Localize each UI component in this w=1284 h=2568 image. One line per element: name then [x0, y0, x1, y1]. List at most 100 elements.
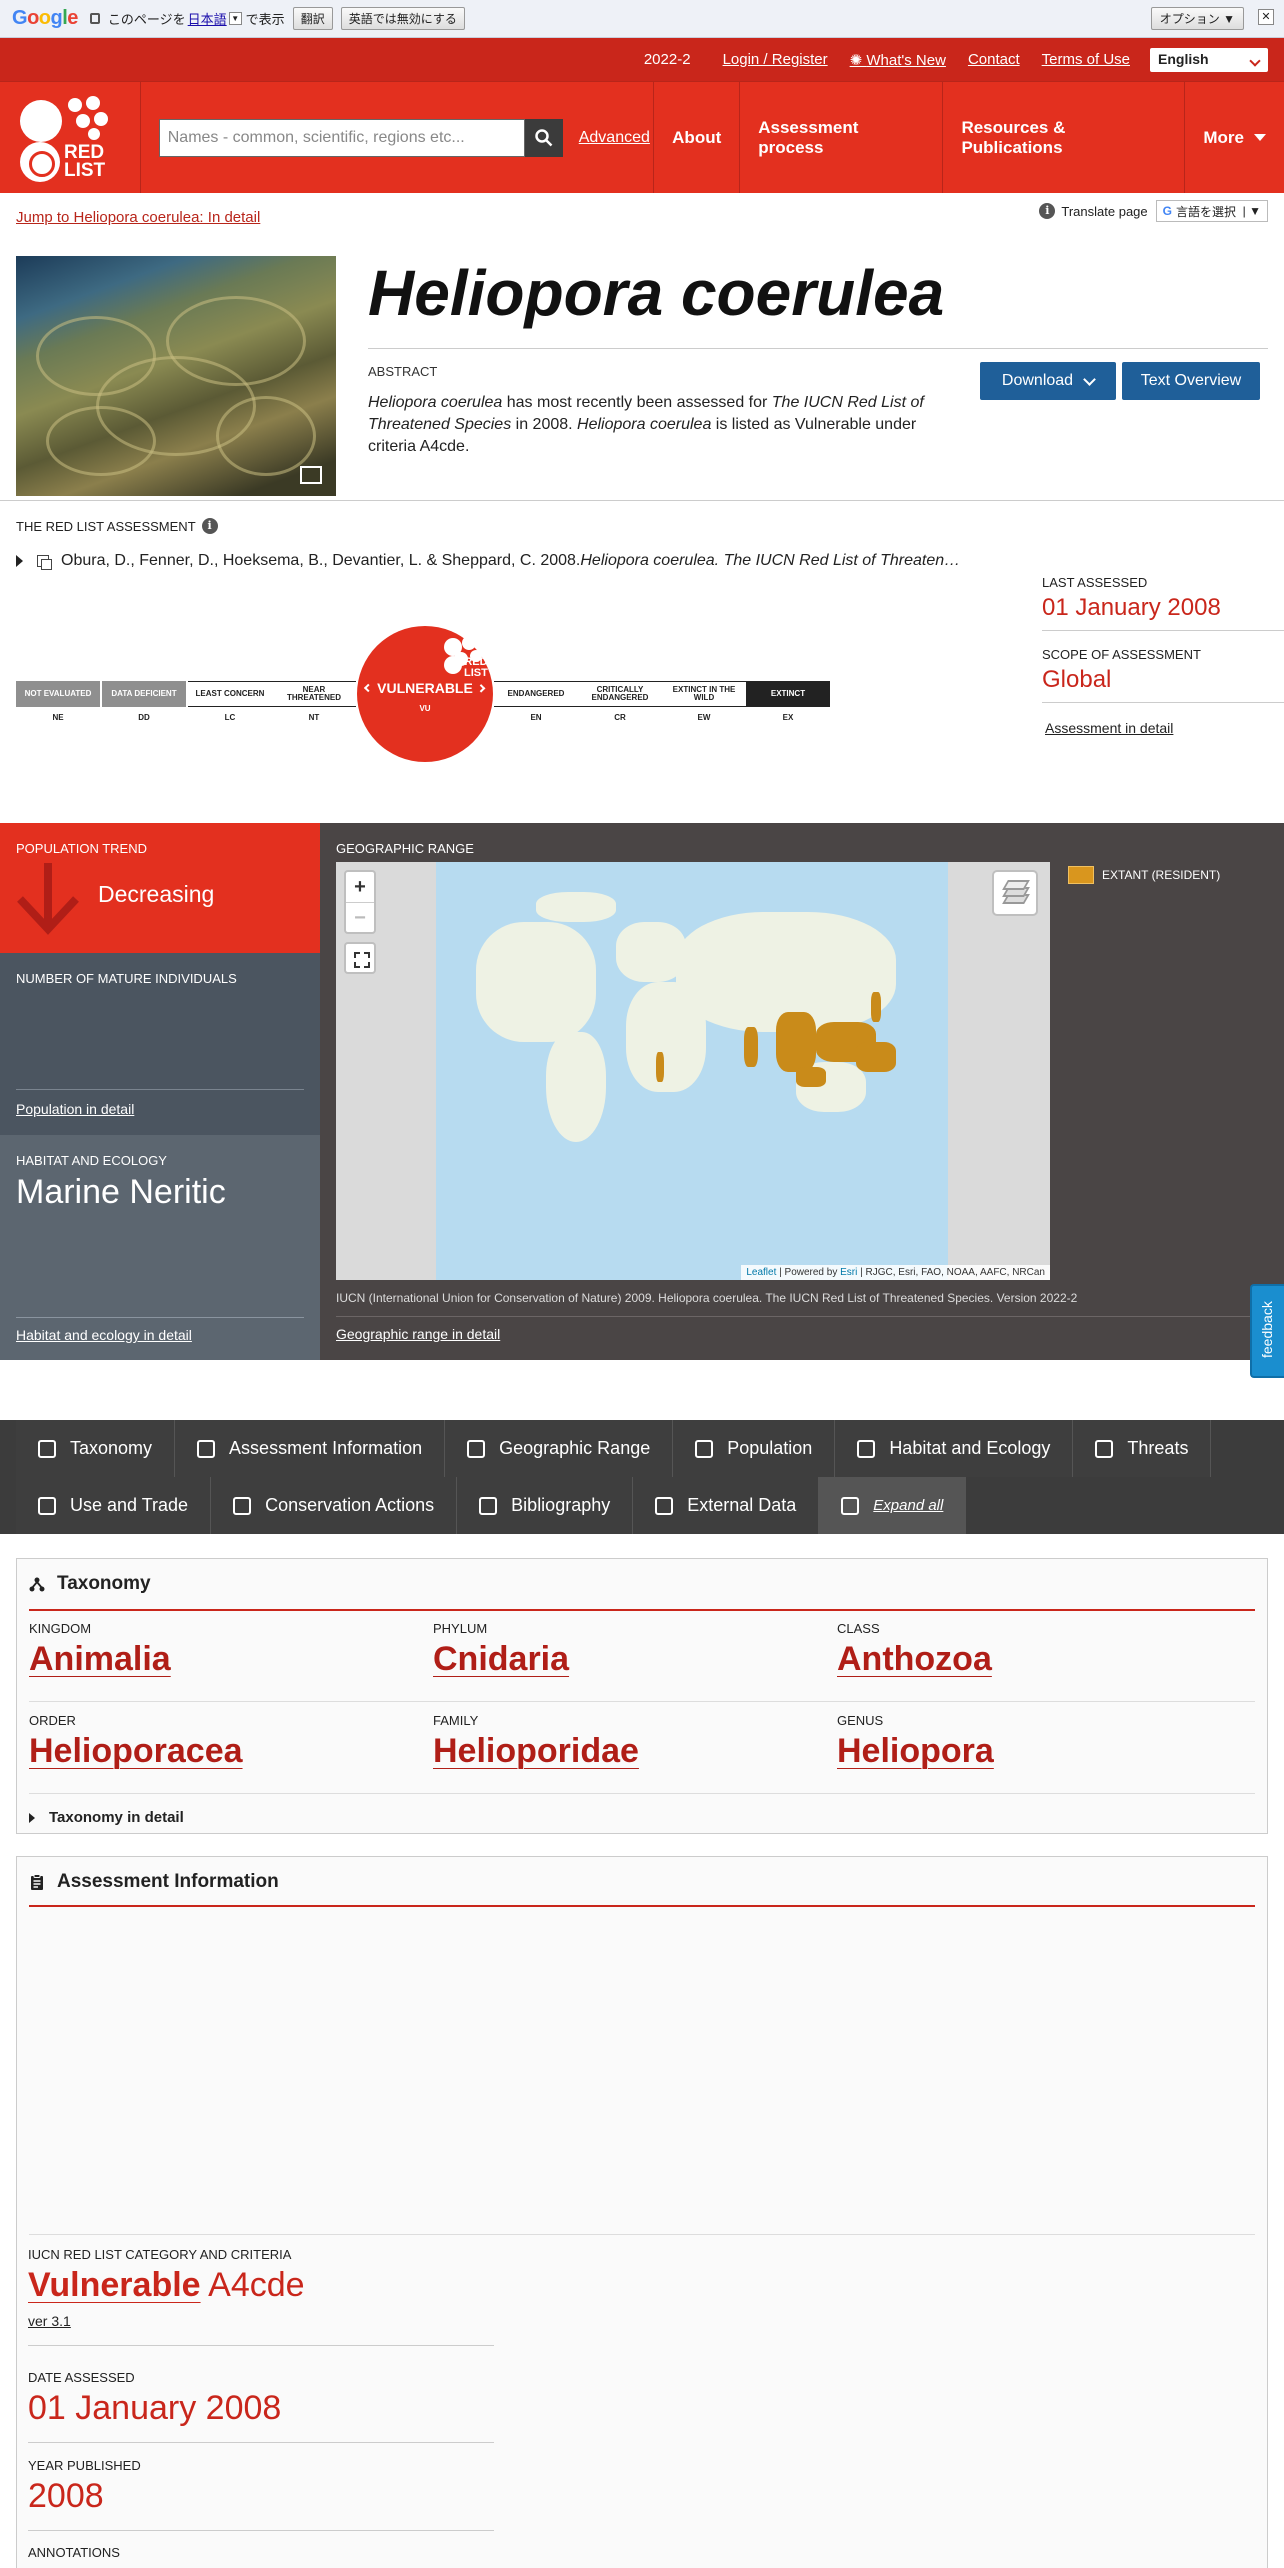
- geographic-range-link[interactable]: Geographic range in detail: [336, 1326, 500, 1342]
- google-logo: Google: [12, 7, 78, 29]
- mountain-icon: [857, 1439, 876, 1458]
- info-icon: i: [1039, 203, 1056, 219]
- category-abbr: EW: [697, 713, 711, 722]
- search-button[interactable]: [524, 118, 563, 157]
- taxonomy-heading: Taxonomy: [29, 1573, 151, 1595]
- taxonomy-class: CLASS Anthozoa: [837, 1621, 1217, 1679]
- scope-of-assessment: SCOPE OF ASSESSMENT Global: [1042, 647, 1284, 703]
- taxonomy-icon: [38, 1439, 56, 1458]
- tab-bibliography[interactable]: Bibliography: [457, 1477, 634, 1534]
- layers-icon[interactable]: [992, 870, 1038, 916]
- tab-population[interactable]: Population: [673, 1420, 836, 1477]
- fullscreen-icon[interactable]: [344, 942, 376, 974]
- login-register-link[interactable]: Login / Register: [723, 51, 828, 68]
- translate-language-link[interactable]: 日本語: [188, 9, 227, 28]
- lock-icon: [89, 13, 100, 24]
- copy-icon[interactable]: [37, 555, 52, 570]
- taxonomy-link[interactable]: Helioporacea: [29, 1732, 409, 1771]
- taxonomy-link[interactable]: Cnidaria: [433, 1640, 813, 1679]
- population-in-detail-link[interactable]: Population in detail: [16, 1101, 134, 1117]
- map-legend: EXTANT (RESIDENT): [1068, 866, 1220, 884]
- text-overview-button[interactable]: Text Overview: [1122, 362, 1260, 400]
- tab-label: Bibliography: [511, 1495, 611, 1515]
- tab-label: Threats: [1127, 1438, 1189, 1458]
- nav-assessment-process[interactable]: Assessment process: [739, 82, 942, 193]
- tab-label: External Data: [687, 1495, 797, 1515]
- tab-conservation-actions[interactable]: Conservation Actions: [211, 1477, 458, 1534]
- advanced-search-link[interactable]: Advanced: [579, 129, 650, 147]
- annotations: ANNOTATIONS: [28, 2545, 120, 2560]
- chevron-left-icon: [363, 683, 373, 693]
- esri-link[interactable]: Esri: [840, 1267, 857, 1278]
- category-label: LEAST CONCERN: [188, 681, 272, 707]
- population-trend-value: Decreasing: [98, 881, 215, 907]
- nav-more[interactable]: More: [1184, 82, 1284, 193]
- tab-assessment-information[interactable]: Assessment Information: [175, 1420, 446, 1477]
- tab-expand-all[interactable]: Expand all: [819, 1477, 967, 1534]
- language-select[interactable]: English: [1150, 47, 1268, 72]
- species-photo[interactable]: [16, 256, 336, 496]
- feedback-tab[interactable]: feedback: [1250, 1284, 1284, 1378]
- translate-page-label: Translate page: [1061, 203, 1148, 219]
- translate-language-select[interactable]: G 言語を選択 | ▼: [1155, 200, 1268, 222]
- taxonomy-family: FAMILY Helioporidae: [433, 1713, 813, 1771]
- tab-threats[interactable]: Threats: [1073, 1420, 1212, 1477]
- tab-use-and-trade[interactable]: Use and Trade: [16, 1477, 212, 1534]
- zoom-out-button[interactable]: −: [346, 902, 374, 932]
- taxonomy-phylum: PHYLUM Cnidaria: [433, 1621, 813, 1679]
- translate-options-button[interactable]: オプション ▼: [1150, 7, 1244, 30]
- category-abbr: NE: [52, 713, 64, 722]
- contact-link[interactable]: Contact: [968, 51, 1020, 68]
- translate-button[interactable]: 翻訳: [292, 7, 333, 30]
- disable-translate-button[interactable]: 英語では無効にする: [340, 7, 465, 30]
- download-button[interactable]: Download: [980, 362, 1116, 400]
- taxonomy-link[interactable]: Heliopora: [837, 1732, 1217, 1771]
- legend-swatch: [1068, 866, 1094, 884]
- leaflet-link[interactable]: Leaflet: [746, 1267, 776, 1278]
- tab-geographic-range[interactable]: Geographic Range: [445, 1420, 674, 1477]
- whats-new-link[interactable]: ✺ What's New: [850, 51, 946, 69]
- map-attribution: Leaflet | Powered by Esri | RJGC, Esri, …: [741, 1265, 1050, 1280]
- taxonomy-link[interactable]: Helioporidae: [433, 1732, 813, 1771]
- caret-right-icon: [29, 1812, 35, 1823]
- gallery-icon[interactable]: [300, 466, 322, 484]
- taxonomy-link[interactable]: Animalia: [29, 1640, 409, 1679]
- red-list-assessment-label: THE RED LIST ASSESSMENT i: [16, 518, 218, 534]
- taxonomy-genus: GENUS Heliopora: [837, 1713, 1217, 1771]
- tab-label: Assessment Information: [229, 1438, 423, 1458]
- nav-resources-publications[interactable]: Resources & Publications: [942, 82, 1184, 193]
- search-input[interactable]: Names - common, scientific, regions etc.…: [158, 118, 525, 157]
- habitat-in-detail-link[interactable]: Habitat and ecology in detail: [16, 1327, 192, 1343]
- nav-about[interactable]: About: [653, 82, 739, 193]
- range-map[interactable]: + − Leaflet | Powered by Esri | RJGC, Es…: [336, 862, 1050, 1280]
- category-abbr: EX: [782, 713, 794, 722]
- taxonomy-link[interactable]: Anthozoa: [837, 1640, 1217, 1679]
- close-icon[interactable]: ✕: [1258, 9, 1274, 25]
- language-dropdown-icon[interactable]: ▼: [228, 12, 242, 25]
- abstract-segment: Heliopora coerulea: [368, 394, 503, 411]
- jump-to-detail-link[interactable]: Jump to Heliopora coerulea: In detail: [16, 209, 260, 226]
- clipboard-icon: [31, 1874, 43, 1890]
- tab-habitat-and-ecology[interactable]: Habitat and Ecology: [835, 1420, 1074, 1477]
- version-link[interactable]: ver 3.1: [28, 2313, 71, 2329]
- tab-external-data[interactable]: External Data: [633, 1477, 820, 1534]
- zoom-in-button[interactable]: +: [346, 872, 374, 902]
- assessment-in-detail-link[interactable]: Assessment in detail: [1045, 720, 1173, 736]
- tab-taxonomy[interactable]: Taxonomy: [16, 1420, 176, 1477]
- terms-link[interactable]: Terms of Use: [1042, 51, 1130, 68]
- taxonomy-in-detail-toggle[interactable]: Taxonomy in detail: [29, 1809, 184, 1826]
- category-nt: NEAR THREATENED NT: [272, 681, 356, 722]
- abstract-label: ABSTRACT: [368, 364, 438, 379]
- translate-prefix: このページを: [107, 12, 186, 27]
- category-vu: RED LISTVULNERABLE VU: [356, 626, 494, 762]
- category-value[interactable]: Vulnerable: [28, 2266, 201, 2304]
- info-icon[interactable]: i: [201, 518, 218, 534]
- iucn-red-list-logo[interactable]: RED LIST: [0, 82, 141, 193]
- quote-icon: [479, 1496, 498, 1515]
- translate-suffix: で表示: [245, 12, 285, 27]
- abstract-segment: in 2008.: [511, 416, 578, 433]
- category-lc: LEAST CONCERN LC: [188, 681, 272, 722]
- population-icon: [695, 1439, 714, 1458]
- globe-icon: [467, 1439, 486, 1458]
- citation-toggle[interactable]: Obura, D., Fenner, D., Hoeksema, B., Dev…: [16, 552, 1016, 570]
